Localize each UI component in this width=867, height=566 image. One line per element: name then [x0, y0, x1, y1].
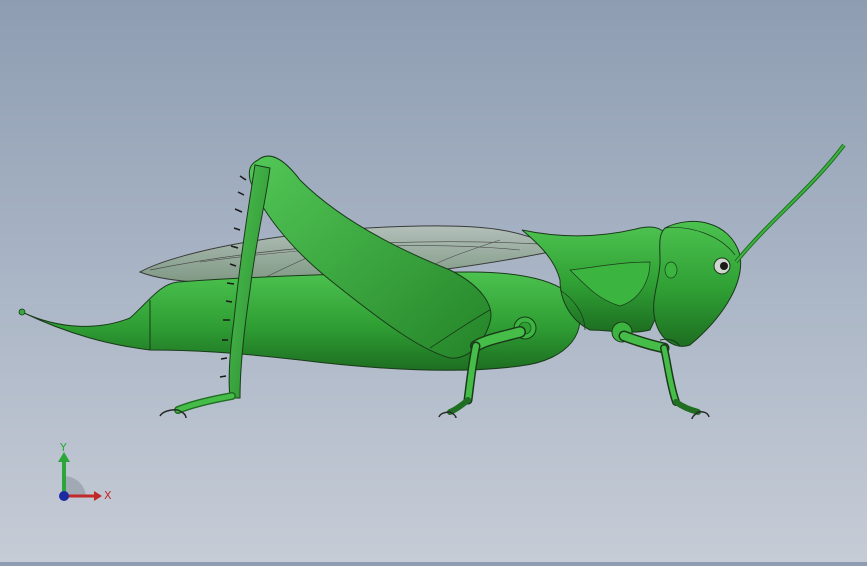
y-axis-label: Y [59, 441, 67, 454]
antenna [734, 143, 846, 264]
grasshopper-model[interactable] [0, 0, 867, 562]
z-axis-icon [59, 491, 69, 501]
head [653, 221, 742, 347]
eye-icon [713, 257, 731, 275]
x-arrow-icon [94, 491, 102, 501]
coordinate-triad: Y X [40, 440, 120, 510]
abdomen [18, 271, 581, 371]
3d-model-viewport[interactable] [0, 0, 867, 562]
x-axis-label: X [104, 489, 112, 502]
